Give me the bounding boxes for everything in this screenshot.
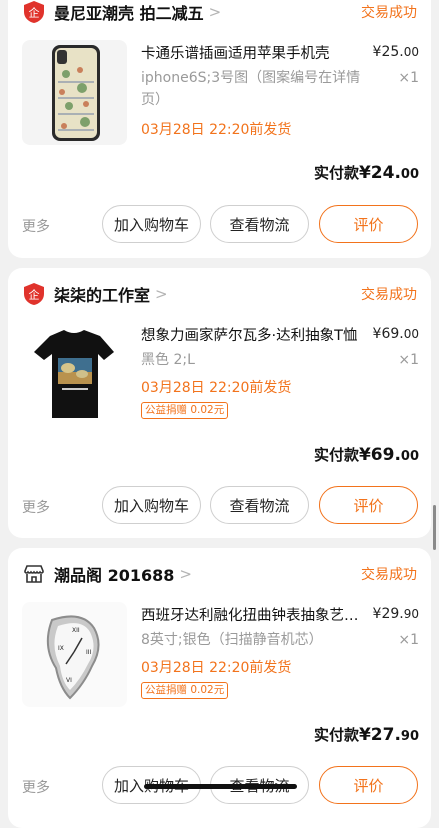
product-quantity: ×1	[398, 70, 419, 86]
product-title[interactable]: 西班牙达利融化扭曲钟表抽象艺术摆件	[141, 604, 361, 625]
paid-decimal: 00	[400, 167, 419, 182]
add-to-cart-button[interactable]: 加入购物车	[102, 205, 201, 243]
product-image[interactable]	[22, 322, 127, 427]
product-quantity: ×1	[398, 632, 419, 648]
shop-name[interactable]: 潮品阁 201688	[54, 562, 174, 586]
more-button[interactable]: 更多	[22, 777, 50, 797]
more-button[interactable]: 更多	[22, 216, 50, 236]
more-button[interactable]: 更多	[22, 497, 50, 517]
paid-main: ¥27.	[358, 725, 401, 745]
shop-name[interactable]: 曼尼亚潮壳 拍二减五	[54, 0, 204, 24]
paid-label: 实付款	[313, 726, 359, 744]
charity-badge: 公益捐赠 0.02元	[141, 682, 229, 699]
paid-main: ¥69.	[358, 445, 401, 465]
amount-paid: 实付款¥27.90	[314, 724, 419, 745]
paid-label: 实付款	[313, 164, 359, 182]
review-button[interactable]: 评价	[319, 766, 418, 804]
order-card: 企 柒柒的工作室 > 交易成功 想象力画家萨尔瓦多·达利抽象T恤 ¥69.00 …	[8, 268, 431, 538]
order-status: 交易成功	[361, 567, 417, 583]
product-spec: 黑色 2;L	[141, 352, 195, 368]
amount-paid: 实付款¥24.00	[314, 162, 419, 183]
order-card: 企 曼尼亚潮壳 拍二减五 > 交易成功 卡通乐谱插画适用苹果手机壳 ¥25.00…	[8, 0, 431, 258]
price-main: ¥25.	[372, 44, 404, 60]
product-quantity: ×1	[398, 352, 419, 368]
view-logistics-button[interactable]: 查看物流	[210, 205, 309, 243]
order-status: 交易成功	[361, 5, 417, 21]
shipping-deadline: 03月28日 22:20前发货	[141, 122, 292, 138]
price-decimal: 00	[403, 45, 419, 59]
svg-text:XII: XII	[72, 627, 80, 634]
store-icon	[22, 562, 46, 586]
chevron-right-icon: >	[155, 285, 168, 303]
order-status: 交易成功	[361, 287, 417, 303]
product-spec: 8英寸;银色（扫描静音机芯）	[141, 632, 323, 648]
charity-badge: 公益捐赠 0.02元	[141, 402, 229, 419]
product-price: ¥69.00	[373, 326, 419, 342]
svg-text:企: 企	[29, 6, 40, 20]
paid-decimal: 00	[400, 449, 419, 464]
paid-label: 实付款	[313, 446, 359, 464]
shipping-deadline: 03月28日 22:20前发货	[141, 380, 292, 396]
svg-text:III: III	[86, 649, 92, 656]
svg-text:VI: VI	[66, 677, 72, 684]
add-to-cart-button[interactable]: 加入购物车	[102, 486, 201, 524]
review-button[interactable]: 评价	[319, 205, 418, 243]
paid-main: ¥24.	[358, 163, 401, 183]
product-price: ¥25.00	[373, 44, 419, 60]
shop-header[interactable]: 企 曼尼亚潮壳 拍二减五 > 交易成功	[22, 0, 417, 26]
shop-header[interactable]: 潮品阁 201688 > 交易成功	[22, 560, 417, 588]
svg-text:IX: IX	[58, 645, 64, 652]
shop-name[interactable]: 柒柒的工作室	[54, 282, 150, 306]
view-logistics-button[interactable]: 查看物流	[210, 486, 309, 524]
chevron-right-icon: >	[179, 565, 192, 583]
scrollbar[interactable]	[433, 505, 436, 550]
enterprise-shop-icon: 企	[22, 282, 46, 306]
price-main: ¥29.	[372, 606, 404, 622]
enterprise-shop-icon: 企	[22, 0, 46, 24]
chevron-right-icon: >	[208, 3, 222, 21]
svg-text:企: 企	[29, 288, 40, 302]
price-decimal: 90	[403, 607, 419, 621]
product-title[interactable]: 卡通乐谱插画适用苹果手机壳	[141, 42, 361, 63]
amount-paid: 实付款¥69.00	[314, 444, 419, 465]
product-spec: iphone6S;3号图（图案编号在详情页）	[141, 70, 361, 108]
price-main: ¥69.	[372, 326, 404, 342]
product-image[interactable]: XII III VI IX	[22, 602, 127, 707]
product-price: ¥29.90	[373, 606, 419, 622]
price-decimal: 00	[403, 327, 419, 341]
review-button[interactable]: 评价	[319, 486, 418, 524]
shipping-deadline: 03月28日 22:20前发货	[141, 660, 292, 676]
product-image[interactable]	[22, 40, 127, 145]
shop-header[interactable]: 企 柒柒的工作室 > 交易成功	[22, 280, 417, 308]
paid-decimal: 90	[400, 729, 419, 744]
product-title[interactable]: 想象力画家萨尔瓦多·达利抽象T恤	[141, 324, 361, 345]
home-indicator[interactable]	[144, 784, 297, 789]
